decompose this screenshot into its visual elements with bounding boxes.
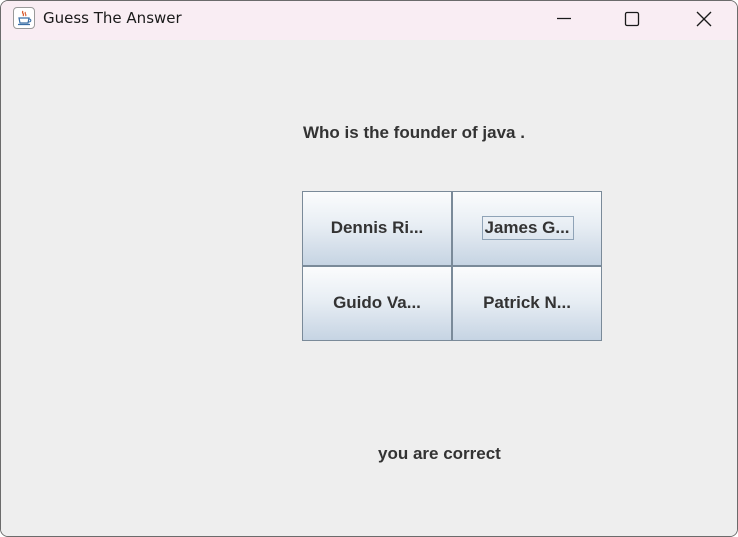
minimize-button[interactable] <box>541 1 587 37</box>
close-icon <box>696 11 712 27</box>
option-label-4: Patrick N... <box>483 293 571 312</box>
option-button-3[interactable]: Guido Va... <box>302 266 452 341</box>
option-button-2[interactable]: James G... <box>452 191 602 266</box>
option-label-1: Dennis Ri... <box>330 218 424 237</box>
option-button-4[interactable]: Patrick N... <box>452 266 602 341</box>
question-label: Who is the founder of java . <box>303 123 525 142</box>
option-label-3: Guido Va... <box>333 293 421 312</box>
maximize-button[interactable] <box>609 1 655 37</box>
title-bar[interactable]: Guess The Answer <box>1 1 737 40</box>
app-window: Guess The Answer Who is the founder of j… <box>0 0 738 537</box>
window-title: Guess The Answer <box>43 9 182 27</box>
close-button[interactable] <box>681 1 727 37</box>
content-pane: Who is the founder of java . Dennis Ri..… <box>1 40 737 536</box>
java-cup-icon[interactable] <box>13 7 35 29</box>
option-label-2: James G... <box>484 218 570 237</box>
maximize-icon <box>624 11 640 27</box>
option-button-1[interactable]: Dennis Ri... <box>302 191 452 266</box>
result-label: you are correct <box>378 444 501 463</box>
minimize-icon <box>557 17 571 20</box>
